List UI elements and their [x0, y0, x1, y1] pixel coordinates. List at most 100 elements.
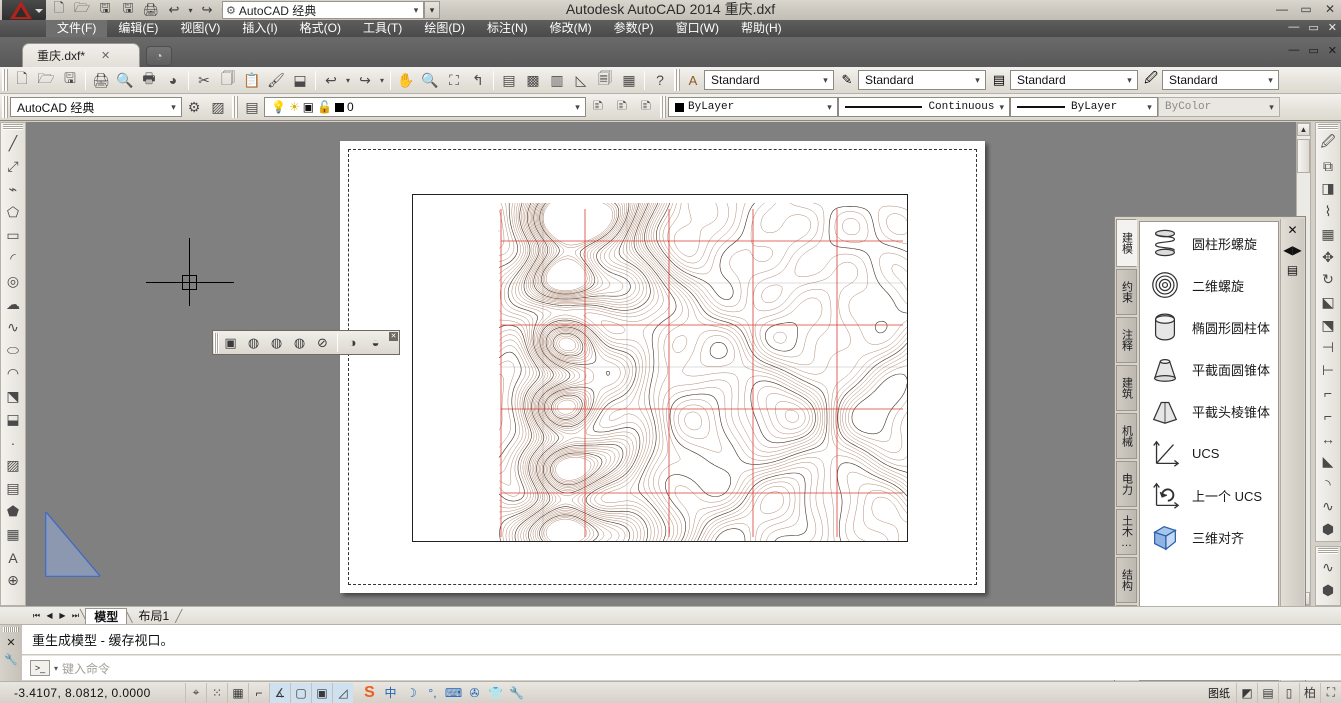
- copy-icon[interactable]: ⧉: [1316, 155, 1340, 178]
- palette-item-4[interactable]: 平截头棱锥体: [1140, 390, 1278, 432]
- array-icon[interactable]: ▦: [1316, 223, 1340, 246]
- construction-line-icon[interactable]: ⤢: [1, 155, 25, 178]
- rectangle-icon[interactable]: ▭: [1, 224, 25, 247]
- 3dprint-icon[interactable]: ◕: [161, 69, 185, 92]
- undo-icon[interactable]: ↩: [319, 69, 343, 92]
- chevron-down-icon[interactable]: ▾: [822, 102, 837, 113]
- paste-icon[interactable]: 📋: [240, 69, 264, 92]
- polar-tracking-icon[interactable]: ∡: [269, 682, 290, 703]
- quick-calc-icon[interactable]: ▦: [617, 69, 641, 92]
- properties-palette-icon[interactable]: ▤: [497, 69, 521, 92]
- workspace-selector[interactable]: ⚙ AutoCAD 经典 ▾: [222, 1, 424, 19]
- 3d-object-snap-icon[interactable]: ▣: [311, 682, 332, 703]
- interfere-icon[interactable]: ⊘: [311, 332, 334, 353]
- clean-screen-icon[interactable]: ⛶: [1320, 682, 1341, 703]
- undo-icon[interactable]: ↩: [163, 1, 185, 20]
- qnew-icon[interactable]: 🗋: [10, 69, 34, 92]
- chevron-down-icon[interactable]: ▾: [54, 664, 58, 673]
- halfwidth-icon[interactable]: ☽: [401, 683, 422, 703]
- add-selected-icon[interactable]: ⊕: [1, 569, 25, 592]
- next-layout-icon[interactable]: ▶: [56, 608, 69, 623]
- document-tab-chongqing[interactable]: 重庆.dxf* ✕: [22, 43, 140, 67]
- hatch-icon[interactable]: ▨: [1, 454, 25, 477]
- chinese-input-icon[interactable]: 中: [380, 683, 401, 703]
- redo-icon[interactable]: ↪: [353, 69, 377, 92]
- scroll-up-arrow-icon[interactable]: ▲: [1297, 123, 1310, 136]
- layer-on-icon[interactable]: 💡: [271, 100, 286, 114]
- region-icon[interactable]: ⬟: [1, 500, 25, 523]
- text-icon[interactable]: A: [1, 546, 25, 569]
- infer-constraints-icon[interactable]: ⌖: [185, 682, 206, 703]
- save-icon[interactable]: 🖫: [58, 69, 82, 92]
- make-block-icon[interactable]: ⬓: [1, 408, 25, 431]
- save-icon[interactable]: 🖫: [94, 0, 116, 20]
- drawing-minimize-button[interactable]: —: [1288, 44, 1299, 57]
- layout-tab-layout1[interactable]: 布局1: [130, 608, 177, 624]
- zoom-window-icon[interactable]: ⛶: [442, 69, 466, 92]
- layer-make-current-icon[interactable]: 🗈: [610, 96, 634, 119]
- menu-item-6[interactable]: 绘图(D): [413, 20, 476, 37]
- save-as-icon[interactable]: 🖫: [117, 0, 139, 20]
- scale-icon[interactable]: ⬕: [1316, 291, 1340, 314]
- zoom-previous-icon[interactable]: ↰: [466, 69, 490, 92]
- layer-plot-icon[interactable]: ▣: [303, 100, 314, 114]
- lock-toolbar-icon[interactable]: ▯: [1278, 682, 1299, 703]
- trim-icon[interactable]: ⊣: [1316, 337, 1340, 360]
- palette-tab-0[interactable]: 建模: [1116, 219, 1137, 267]
- ime-settings-icon[interactable]: 🔧: [506, 683, 527, 703]
- grid-display-icon[interactable]: ▦: [227, 682, 248, 703]
- table-icon[interactable]: ▦: [1, 523, 25, 546]
- explode-icon[interactable]: ⬢: [1316, 518, 1340, 541]
- command-settings-icon[interactable]: 🔧: [4, 653, 18, 666]
- menu-item-1[interactable]: 编辑(E): [107, 20, 169, 37]
- toolbar-grip[interactable]: [2, 69, 8, 91]
- menu-item-0[interactable]: 文件(F): [46, 20, 108, 37]
- menu-item-7[interactable]: 标注(N): [476, 20, 539, 37]
- toolbar-grip[interactable]: [232, 96, 238, 118]
- application-menu-button[interactable]: [2, 0, 46, 22]
- solid-editing-toolbar[interactable]: ▣ ◍ ◍ ◍ ⊘ ◑ ◒ ✕: [212, 330, 400, 355]
- toolbar-grip[interactable]: [3, 124, 23, 130]
- matchprop-icon[interactable]: 🖌: [264, 69, 288, 92]
- layer-match-icon[interactable]: 🗈: [634, 96, 658, 119]
- line-icon[interactable]: ╱: [1, 132, 25, 155]
- insert-block-icon[interactable]: ⬔: [1, 385, 25, 408]
- ellipse-arc-icon[interactable]: ◠: [1, 362, 25, 385]
- minimize-button[interactable]: —: [1275, 2, 1289, 16]
- table-style-combo[interactable]: Standard ▾: [1010, 70, 1138, 90]
- palette-tab-5[interactable]: 电力: [1116, 461, 1137, 507]
- drawing-restore-button[interactable]: ▭: [1308, 44, 1318, 57]
- palette-item-3[interactable]: 平截面圆锥体: [1140, 348, 1278, 390]
- undo-dropdown-icon[interactable]: ▾: [343, 69, 353, 92]
- blend-curves-icon[interactable]: ∿: [1316, 495, 1340, 518]
- explode-icon[interactable]: ⬢: [1316, 579, 1340, 602]
- maximize-button[interactable]: ▭: [1308, 21, 1318, 34]
- palette-properties-icon[interactable]: ▤: [1287, 263, 1298, 277]
- palette-item-5[interactable]: UCS: [1140, 432, 1278, 474]
- ortho-mode-icon[interactable]: ⌐: [248, 682, 269, 703]
- break-at-point-icon[interactable]: ⌐: [1316, 405, 1340, 428]
- layer-freeze-icon[interactable]: ☀: [289, 100, 300, 114]
- drawing-space-label[interactable]: 图纸: [1202, 685, 1236, 701]
- toolbar-grip[interactable]: [2, 96, 8, 118]
- close-button[interactable]: ✕: [1323, 2, 1337, 16]
- object-snap-tracking-icon[interactable]: ◿: [332, 682, 353, 703]
- cut-icon[interactable]: ✂: [192, 69, 216, 92]
- circle-icon[interactable]: ◎: [1, 270, 25, 293]
- chevron-down-icon[interactable]: ▾: [994, 102, 1009, 113]
- plot-icon[interactable]: 🖨: [89, 69, 113, 92]
- slice-icon[interactable]: ◑: [341, 332, 364, 353]
- chevron-down-icon[interactable]: ▾: [1142, 102, 1157, 113]
- fillet-icon[interactable]: ◝: [1316, 473, 1340, 496]
- menu-item-5[interactable]: 工具(T): [352, 20, 413, 37]
- toolbar-grip[interactable]: [674, 69, 680, 91]
- spline-icon[interactable]: ∿: [1, 316, 25, 339]
- menu-item-10[interactable]: 窗口(W): [665, 20, 730, 37]
- workspace-combo[interactable]: AutoCAD 经典 ▾: [10, 97, 182, 117]
- palette-item-7[interactable]: 三维对齐: [1140, 516, 1278, 558]
- ellipse-icon[interactable]: ⬭: [1, 339, 25, 362]
- viewport-frame[interactable]: [412, 194, 908, 542]
- dimension-style-icon[interactable]: ✎: [836, 69, 858, 91]
- rotate-icon[interactable]: ↻: [1316, 268, 1340, 291]
- pan-icon[interactable]: ✋: [394, 69, 418, 92]
